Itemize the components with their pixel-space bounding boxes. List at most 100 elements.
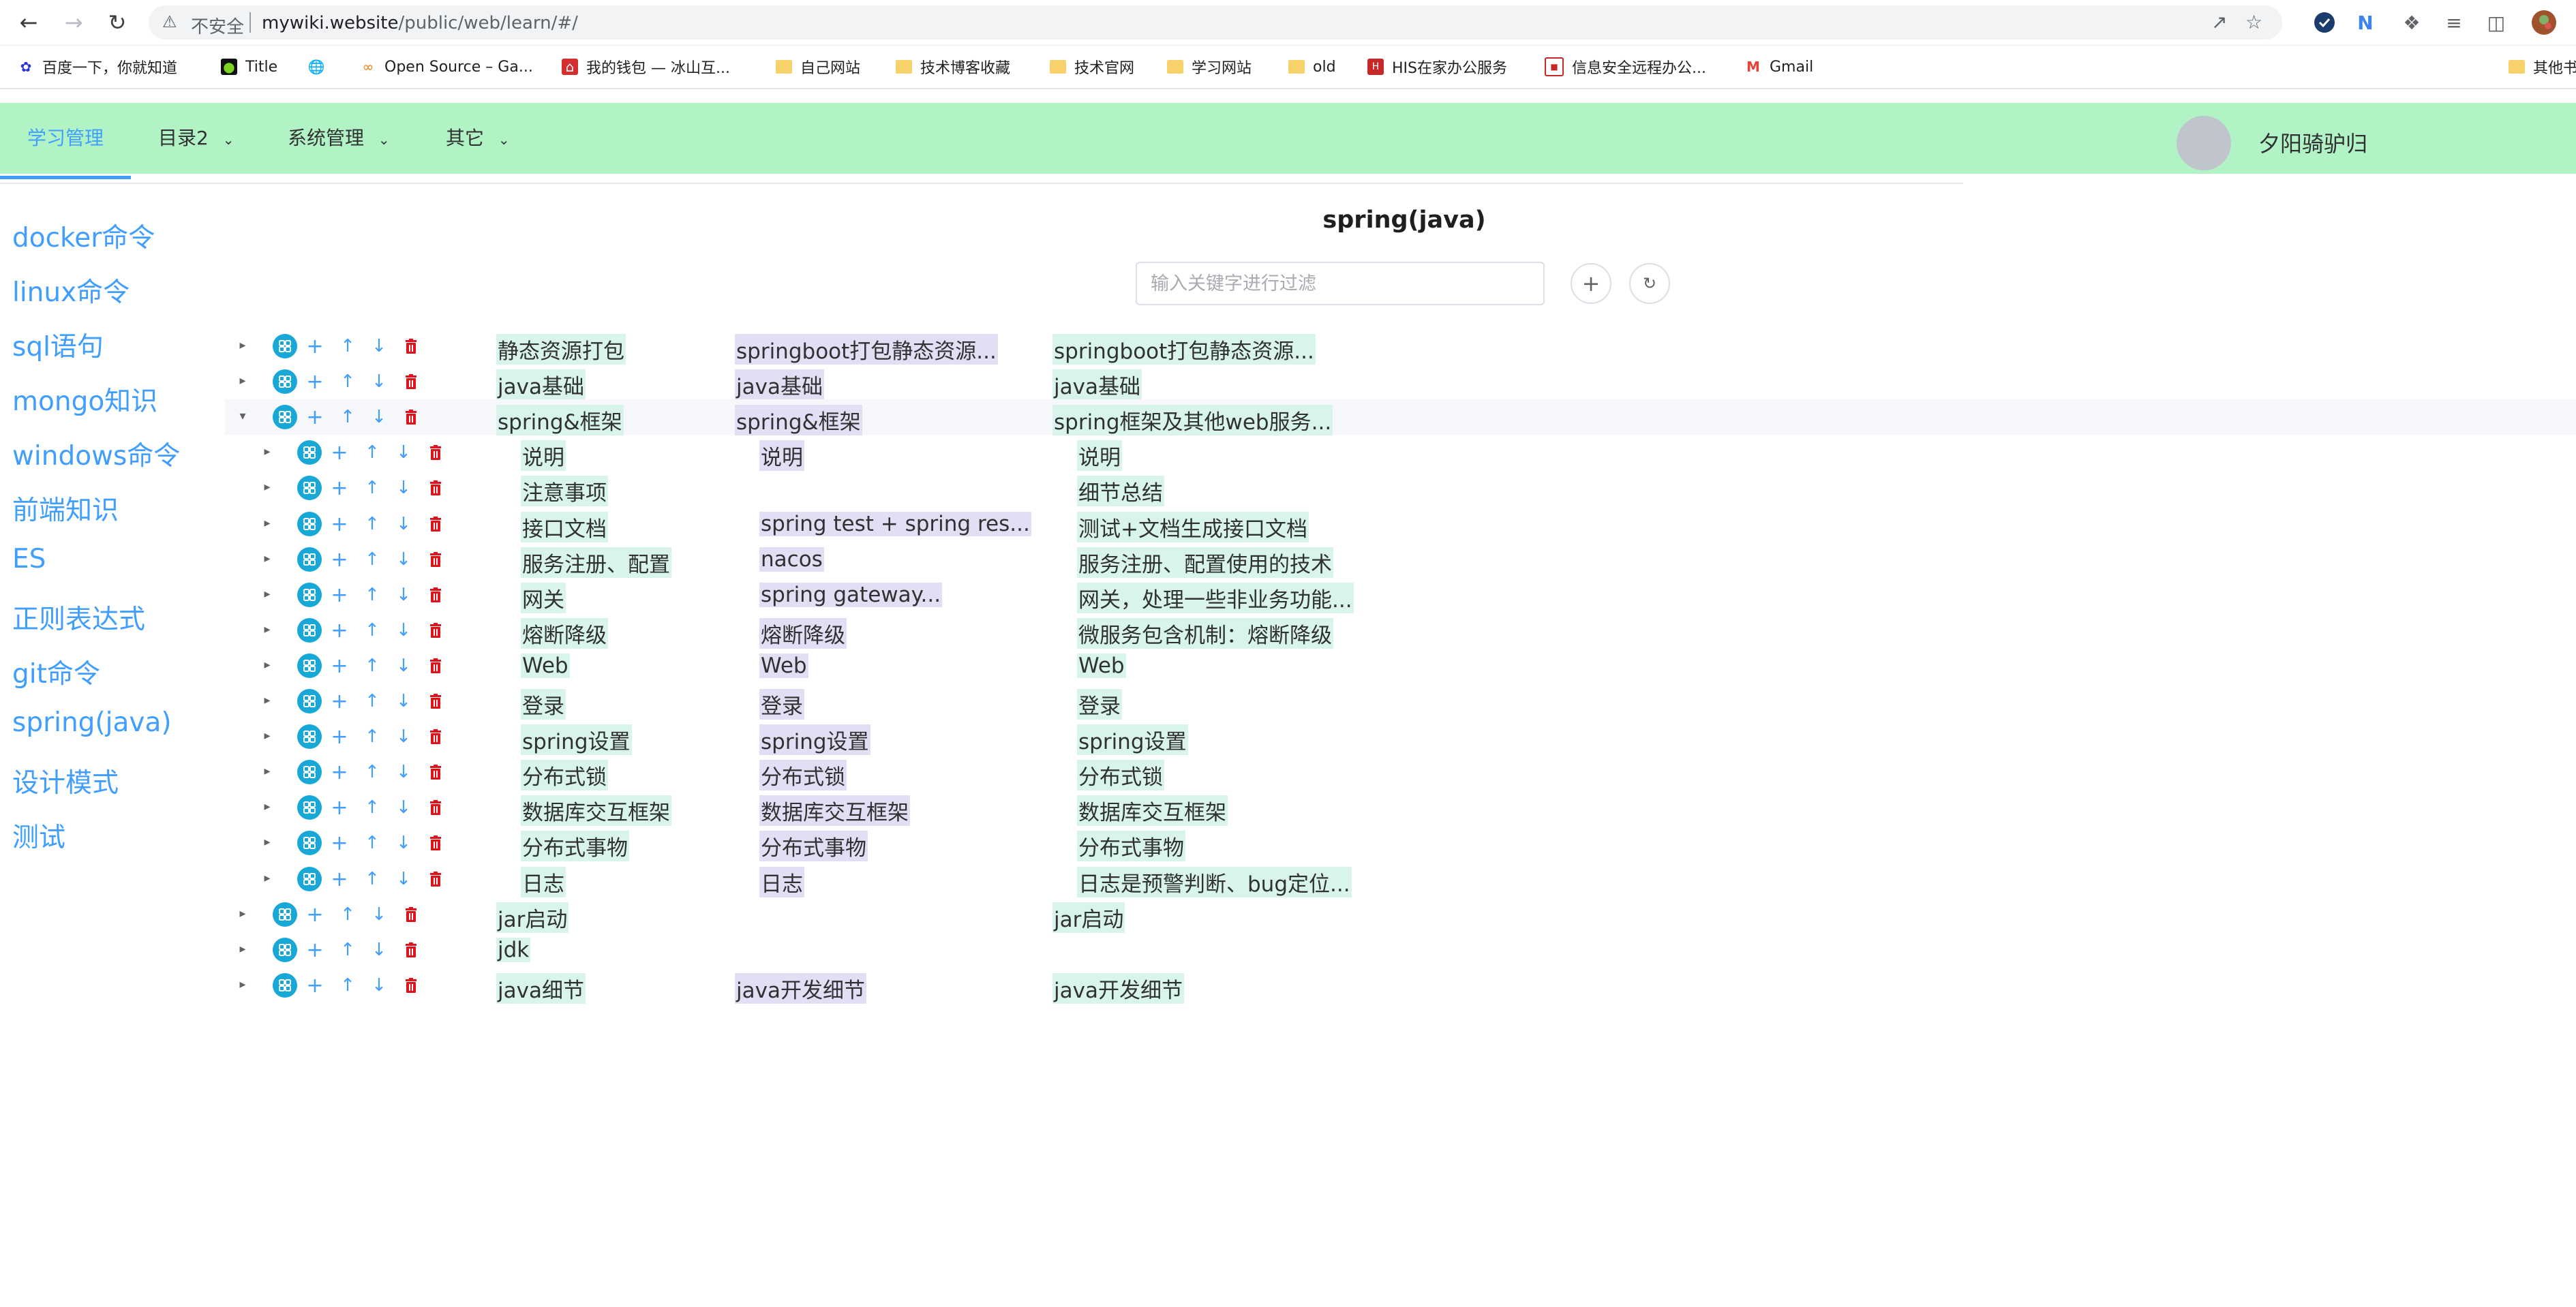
add-child-icon[interactable]: + xyxy=(327,476,352,500)
move-up-icon[interactable]: ↑ xyxy=(360,724,384,749)
move-up-icon[interactable]: ↑ xyxy=(335,334,360,358)
add-child-icon[interactable]: + xyxy=(327,831,352,855)
move-up-icon[interactable]: ↑ xyxy=(335,973,360,998)
delete-icon[interactable] xyxy=(428,654,443,678)
caret-right-icon[interactable]: ▸ xyxy=(234,940,251,957)
add-child-icon[interactable]: + xyxy=(327,724,352,749)
grid-icon[interactable] xyxy=(273,973,297,998)
move-up-icon[interactable]: ↑ xyxy=(360,476,384,500)
add-node-button[interactable]: + xyxy=(1571,263,1611,304)
move-up-icon[interactable]: ↑ xyxy=(335,405,360,429)
tree-row[interactable]: ▸ + ↑ ↓ jar启动 jar启动 xyxy=(225,897,2576,933)
move-down-icon[interactable]: ↓ xyxy=(367,902,391,927)
menu-catalog-2[interactable]: 目录2 ⌄ xyxy=(158,103,234,174)
caret-right-icon[interactable]: ▸ xyxy=(259,727,275,743)
move-down-icon[interactable]: ↓ xyxy=(367,369,391,394)
tree-row[interactable]: ▸ + ↑ ↓ 熔断降级 熔断降级 微服务包含机制：熔断降级 xyxy=(225,613,2576,649)
grid-icon[interactable] xyxy=(297,654,322,678)
tree-row[interactable]: ▸ + ↑ ↓ 日志 日志 日志是预警判断、bug定位... xyxy=(225,861,2576,897)
grid-icon[interactable] xyxy=(297,724,322,749)
bookmark-globe[interactable]: 🌐 xyxy=(308,55,333,78)
tree-row[interactable]: ▸ + ↑ ↓ java细节 java开发细节 java开发细节 xyxy=(225,968,2576,1004)
move-up-icon[interactable]: ↑ xyxy=(360,795,384,820)
delete-icon[interactable] xyxy=(428,476,443,500)
caret-right-icon[interactable]: ▸ xyxy=(234,337,251,353)
address-bar[interactable]: ⚠ 不安全 mywiki.website/public/web/learn/#/… xyxy=(149,5,2282,40)
caret-right-icon[interactable]: ▸ xyxy=(234,372,251,388)
grid-icon[interactable] xyxy=(297,583,322,607)
grid-icon[interactable] xyxy=(273,369,297,394)
sidebar-item-sql[interactable]: sql语句 xyxy=(12,326,104,364)
caret-right-icon[interactable]: ▸ xyxy=(259,692,275,708)
move-down-icon[interactable]: ↓ xyxy=(367,334,391,358)
sidebar-item-frontend[interactable]: 前端知识 xyxy=(12,489,119,527)
refresh-button[interactable]: ↻ xyxy=(1629,263,1670,304)
tree-row[interactable]: ▸ + ↑ ↓ 网关 spring gateway... 网关，处理一些非业务功能... xyxy=(225,577,2576,613)
caret-right-icon[interactable]: ▸ xyxy=(259,585,275,602)
menu-system-management[interactable]: 系统管理 ⌄ xyxy=(288,103,390,174)
add-child-icon[interactable]: + xyxy=(327,512,352,536)
caret-right-icon[interactable]: ▸ xyxy=(259,550,275,566)
delete-icon[interactable] xyxy=(428,512,443,536)
tree-row[interactable]: ▸ + ↑ ↓ 服务注册、配置 nacos 服务注册、配置使用的技术 xyxy=(225,542,2576,578)
bookmark-open-source[interactable]: ∞ Open Source – Ga... xyxy=(360,55,533,78)
bookmark-baidu[interactable]: ✿ 百度一下，你就知道 xyxy=(18,55,177,78)
delete-icon[interactable] xyxy=(428,760,443,784)
tree-row[interactable]: ▸ + ↑ ↓ 分布式锁 分布式锁 分布式锁 xyxy=(225,754,2576,790)
move-down-icon[interactable]: ↓ xyxy=(391,440,416,465)
move-up-icon[interactable]: ↑ xyxy=(360,831,384,855)
sidebar-item-testing[interactable]: 测试 xyxy=(12,816,65,855)
profile-avatar-icon[interactable] xyxy=(2530,9,2558,36)
move-down-icon[interactable]: ↓ xyxy=(367,938,391,962)
move-down-icon[interactable]: ↓ xyxy=(367,405,391,429)
tree-row[interactable]: ▸ + ↑ ↓ Web Web Web xyxy=(225,648,2576,683)
delete-icon[interactable] xyxy=(404,938,419,962)
username[interactable]: 夕阳骑驴归 xyxy=(2258,127,2367,158)
bookmark-wallet[interactable]: ⌂ 我的钱包 — 冰山互... xyxy=(562,55,730,78)
move-up-icon[interactable]: ↑ xyxy=(335,369,360,394)
tree-row[interactable]: ▸ + ↑ ↓ jdk xyxy=(225,932,2576,968)
add-child-icon[interactable]: + xyxy=(327,654,352,678)
add-child-icon[interactable]: + xyxy=(303,973,327,998)
add-child-icon[interactable]: + xyxy=(303,902,327,927)
delete-icon[interactable] xyxy=(404,902,419,927)
add-child-icon[interactable]: + xyxy=(327,618,352,643)
sidebar-item-spring-java[interactable]: spring(java) xyxy=(12,707,172,738)
move-down-icon[interactable]: ↓ xyxy=(391,795,416,820)
move-up-icon[interactable]: ↑ xyxy=(360,760,384,784)
grid-icon[interactable] xyxy=(297,476,322,500)
extension-check-icon[interactable] xyxy=(2311,9,2338,36)
menu-other[interactable]: 其它 ⌄ xyxy=(446,103,510,174)
filter-input[interactable] xyxy=(1136,262,1545,305)
tree-row[interactable]: ▸ + ↑ ↓ spring设置 spring设置 spring设置 xyxy=(225,719,2576,755)
grid-icon[interactable] xyxy=(297,618,322,643)
add-child-icon[interactable]: + xyxy=(327,867,352,891)
tree-row[interactable]: ▾ + ↑ ↓ spring&框架 spring&框架 spring框架及其他web服务..… xyxy=(225,399,2576,435)
tree-row[interactable]: ▸ + ↑ ↓ 数据库交互框架 数据库交互框架 数据库交互框架 xyxy=(225,790,2576,826)
tree-row[interactable]: ▸ + ↑ ↓ 登录 登录 登录 xyxy=(225,683,2576,720)
delete-icon[interactable] xyxy=(428,724,443,749)
delete-icon[interactable] xyxy=(428,583,443,607)
delete-icon[interactable] xyxy=(428,795,443,820)
caret-right-icon[interactable]: ▸ xyxy=(259,621,275,637)
grid-icon[interactable] xyxy=(273,405,297,429)
caret-right-icon[interactable]: ▸ xyxy=(259,798,275,814)
caret-down-icon[interactable]: ▾ xyxy=(234,408,251,424)
move-down-icon[interactable]: ↓ xyxy=(391,476,416,500)
address-url[interactable]: mywiki.website/public/web/learn/#/ xyxy=(262,13,578,33)
move-down-icon[interactable]: ↓ xyxy=(391,831,416,855)
media-queue-icon[interactable]: ≡ xyxy=(2440,9,2468,36)
avatar[interactable] xyxy=(2177,116,2231,170)
bookmark-title[interactable]: ● Title xyxy=(221,55,277,78)
bookmark-folder-tech-blogs[interactable]: 技术博客收藏 xyxy=(896,55,1010,78)
move-up-icon[interactable]: ↑ xyxy=(360,547,384,572)
caret-right-icon[interactable]: ▸ xyxy=(259,656,275,673)
move-up-icon[interactable]: ↑ xyxy=(360,583,384,607)
delete-icon[interactable] xyxy=(404,334,419,358)
move-down-icon[interactable]: ↓ xyxy=(391,724,416,749)
move-down-icon[interactable]: ↓ xyxy=(391,618,416,643)
sidebar-item-git[interactable]: git命令 xyxy=(12,653,100,691)
add-child-icon[interactable]: + xyxy=(303,405,327,429)
grid-icon[interactable] xyxy=(297,689,322,713)
back-icon[interactable]: ← xyxy=(14,7,44,37)
